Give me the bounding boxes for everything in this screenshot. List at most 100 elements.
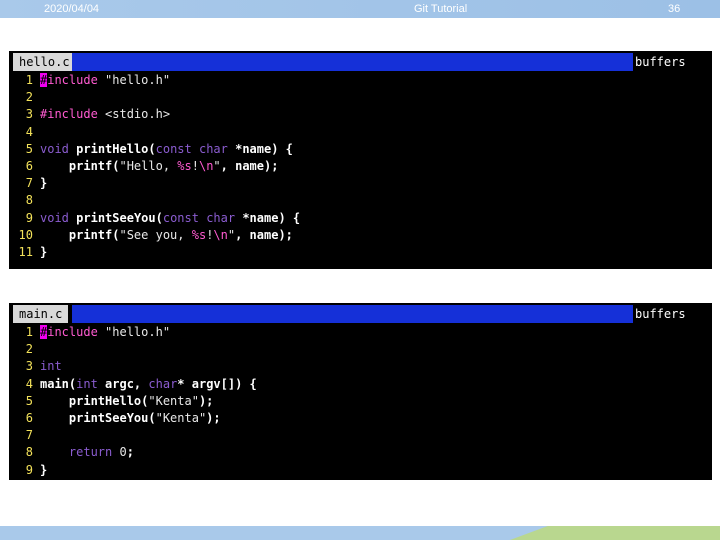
code-token: *name) { <box>235 210 301 225</box>
line-number: 6 <box>25 410 33 425</box>
code-line[interactable]: 3 int <box>9 358 712 375</box>
code-token: return <box>68 445 113 460</box>
code-token: *name) { <box>227 141 293 156</box>
code-token: } <box>40 244 48 259</box>
code-token: "See you, <box>119 227 192 242</box>
code-line[interactable]: 8 <box>9 192 712 209</box>
code-line[interactable]: 9} <box>9 462 712 479</box>
slide-date: 2020/04/04 <box>44 3 100 15</box>
line-number: 7 <box>25 176 33 191</box>
code-token: char <box>148 376 178 391</box>
line-number: 4 <box>25 124 33 139</box>
tabline-fill <box>72 53 637 71</box>
code-token: include <box>47 73 98 87</box>
code-token: argc, <box>97 376 149 391</box>
code-line[interactable]: 5 void printHello(const char *name) { <box>9 141 712 158</box>
tabline-fill <box>72 305 637 323</box>
code-token: %s <box>177 158 192 173</box>
code-token: printf( <box>40 227 120 242</box>
code-line[interactable]: 1 #include "hello.h" <box>9 324 712 341</box>
line-number: 5 <box>25 141 33 156</box>
code-token: } <box>40 462 48 477</box>
code-token: printSeeYou( <box>40 410 156 425</box>
code-line[interactable]: 2 <box>9 341 712 358</box>
buffers-label: buffers <box>633 53 712 71</box>
code-token: %s <box>191 227 207 242</box>
tabline: main.c buffers <box>9 303 712 324</box>
slide-title: Git Tutorial <box>414 3 468 15</box>
code-line[interactable]: 7 <box>9 427 712 444</box>
code-token: printf( <box>40 158 120 173</box>
code-token: , name); <box>235 227 293 242</box>
line-number: 8 <box>25 445 33 460</box>
code-token: "Hello, <box>119 158 178 173</box>
line-number: 9 <box>25 462 33 477</box>
code-token: printSeeYou <box>76 210 156 225</box>
code-token: void <box>40 210 69 225</box>
code-line[interactable]: 11} <box>9 244 712 261</box>
editor-hello-c[interactable]: hello.c buffers 1 #include "hello.h" 2 3 #in… <box>9 51 712 269</box>
line-number: 8 <box>25 193 33 208</box>
code-token: , name); <box>220 158 279 173</box>
line-number: 9 <box>25 210 33 225</box>
buffer-tab[interactable]: main.c <box>13 305 69 323</box>
code-area[interactable]: 1 #include "hello.h" 2 3 #include <stdio.h> 4… <box>9 72 712 261</box>
line-number: 2 <box>25 90 33 105</box>
code-token: include <box>47 325 98 339</box>
code-line[interactable]: 1 #include "hello.h" <box>9 72 712 89</box>
code-token: ( <box>148 141 156 156</box>
line-number: 4 <box>25 376 33 391</box>
code-token: \n <box>198 158 214 173</box>
buffers-label: buffers <box>633 305 712 323</box>
code-token: <stdio.h> <box>97 107 171 122</box>
code-token: int <box>76 376 98 391</box>
code-token: } <box>40 176 48 191</box>
code-token: main( <box>40 376 77 391</box>
line-number: 3 <box>25 359 33 374</box>
line-number: 7 <box>25 428 33 443</box>
code-token: * argv[]) { <box>177 376 257 391</box>
editor-main-c[interactable]: main.c buffers 1 #include "hello.h" 2 3 int 4… <box>9 303 712 480</box>
code-token: const char <box>162 210 236 225</box>
code-line[interactable]: 5 printHello("Kenta"); <box>9 393 712 410</box>
code-token: #include <box>40 107 98 122</box>
slide-header: 2020/04/04 Git Tutorial 36 <box>0 0 720 18</box>
line-number: 1 <box>25 73 33 87</box>
slide-page-number: 36 <box>668 3 681 15</box>
code-token: ); <box>198 393 214 408</box>
code-line[interactable]: 3 #include <stdio.h> <box>9 106 712 123</box>
code-token: "hello.h" <box>97 325 171 339</box>
code-token: printHello <box>76 141 149 156</box>
buffer-tab[interactable]: hello.c <box>13 53 76 71</box>
code-token: ; <box>126 445 134 460</box>
code-line[interactable]: 6 printSeeYou("Kenta"); <box>9 410 712 427</box>
code-area[interactable]: 1 #include "hello.h" 2 3 int 4 main(int argc, … <box>9 324 712 479</box>
code-line[interactable]: 10 printf("See you, %s!\n", name); <box>9 227 712 244</box>
code-token: const char <box>155 141 228 156</box>
code-token: "hello.h" <box>97 73 171 87</box>
code-token: "Kenta" <box>155 410 207 425</box>
code-token: " <box>213 158 221 173</box>
line-number: 11 <box>18 244 33 259</box>
line-number: 3 <box>25 107 33 122</box>
code-line[interactable]: 8 return 0; <box>9 444 712 461</box>
line-number: 10 <box>18 227 33 242</box>
line-number: 6 <box>25 158 33 173</box>
code-line[interactable]: 7} <box>9 175 712 192</box>
footer-accent <box>510 526 720 540</box>
code-line[interactable]: 2 <box>9 89 712 106</box>
line-number: 2 <box>25 342 33 357</box>
code-line[interactable]: 6 printf("Hello, %s!\n", name); <box>9 158 712 175</box>
slide-footer <box>0 526 720 540</box>
line-number: 1 <box>25 325 33 339</box>
code-token: ( <box>155 210 163 225</box>
code-token: int <box>40 359 62 374</box>
code-token: 0 <box>119 445 127 460</box>
code-line[interactable]: 9 void printSeeYou(const char *name) { <box>9 210 712 227</box>
code-line[interactable]: 4 main(int argc, char* argv[]) { <box>9 376 712 393</box>
code-line[interactable]: 4 <box>9 124 712 141</box>
code-token: printHello( <box>40 393 149 408</box>
code-token: "Kenta" <box>148 393 199 408</box>
